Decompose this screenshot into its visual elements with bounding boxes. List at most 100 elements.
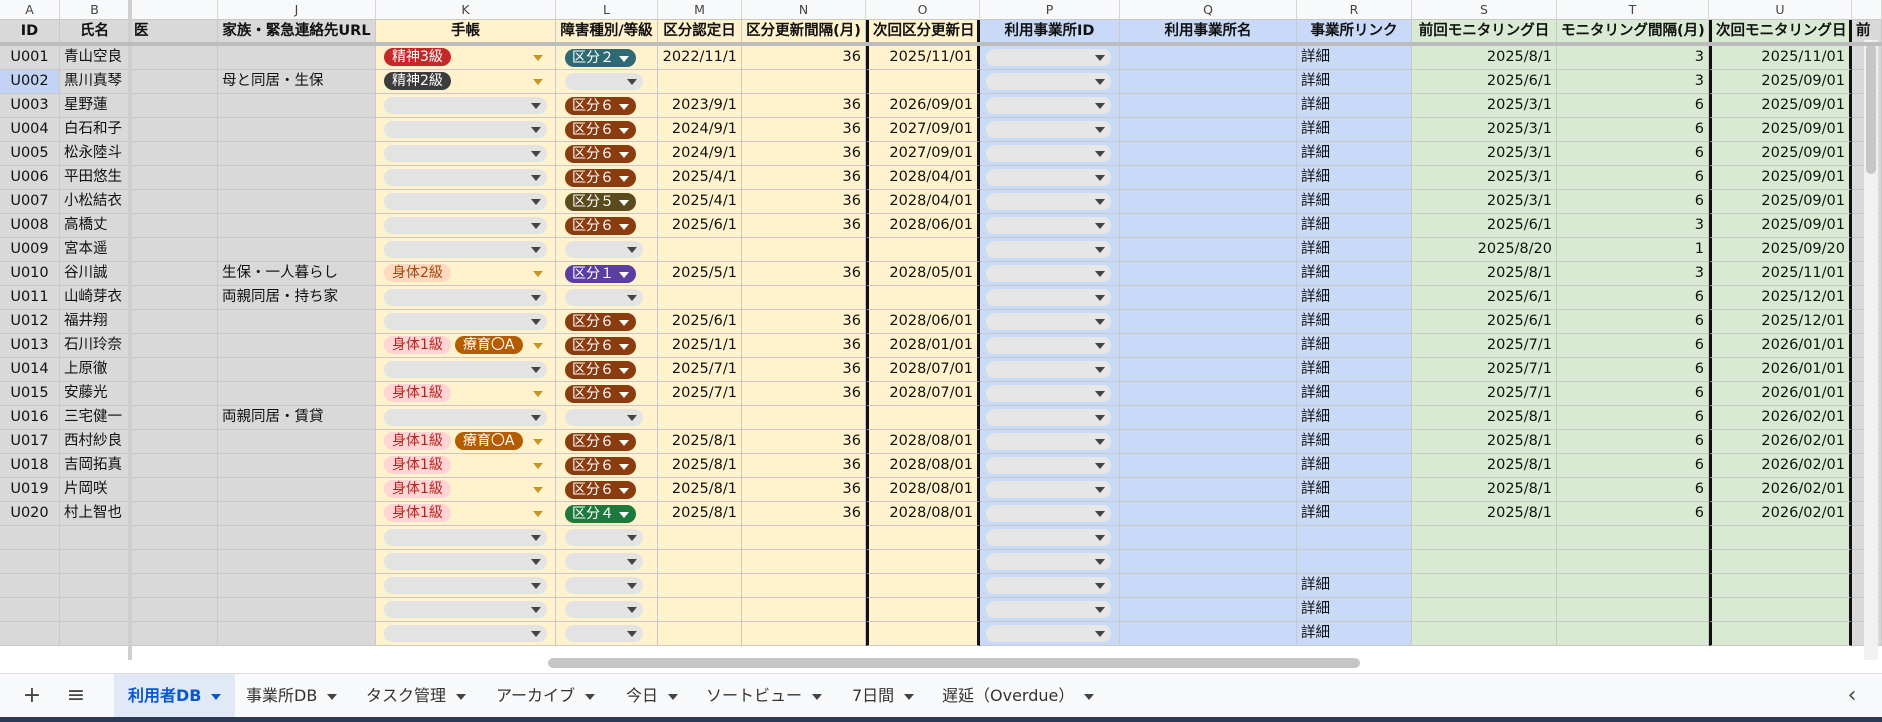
column-letter-9[interactable]: O [866,0,980,20]
cell-next-renew[interactable] [866,238,980,262]
cell-next-monitor[interactable]: 2025/09/01 [1709,70,1852,94]
cell-family[interactable] [218,94,376,118]
column-letter-8[interactable]: N [742,0,866,20]
plus-icon[interactable]: + [18,682,46,710]
frozen-column-divider[interactable] [128,0,132,660]
cell-last-monitor[interactable]: 2025/8/1 [1412,430,1557,454]
cell-next-monitor[interactable]: 2025/09/01 [1709,94,1852,118]
header-renew-interval[interactable]: 区分更新間隔(月) [742,20,866,44]
cell-partial[interactable] [130,406,218,430]
disability-chip[interactable]: 区分６ [565,361,636,379]
chevron-down-icon[interactable] [812,693,823,700]
cell-family[interactable] [218,334,376,358]
cell-office-name[interactable] [1120,454,1297,478]
cell-last-monitor[interactable]: 2025/7/1 [1412,382,1557,406]
cell-next-renew[interactable]: 2028/08/01 [866,502,980,526]
chevron-down-icon[interactable] [533,79,543,85]
cell-last-monitor[interactable] [1412,622,1557,646]
chevron-down-icon[interactable] [533,391,543,397]
cell-id[interactable]: U017 [0,430,60,454]
cell-office-link[interactable]: 詳細 [1297,286,1412,310]
cell-next-renew[interactable]: 2028/04/01 [866,190,980,214]
cell-office-id[interactable] [980,142,1120,166]
frozen-row-divider[interactable] [0,42,1882,46]
cell-family[interactable] [218,574,376,598]
cell-renew-interval[interactable] [742,238,866,262]
cell-name[interactable]: 山崎芽衣 [60,286,130,310]
cell-cert-date[interactable]: 2025/6/1 [658,310,742,334]
cell-family[interactable] [218,526,376,550]
tab-sheet-6[interactable]: ソートビュー [692,674,836,718]
techo-chip[interactable]: 療育〇A [454,336,523,354]
cell-last-monitor[interactable]: 2025/7/1 [1412,358,1557,382]
cell-disability[interactable]: 区分６ [556,478,658,502]
cell-name[interactable]: 上原徹 [60,358,130,382]
cell-family[interactable] [218,598,376,622]
cell-last-monitor[interactable] [1412,526,1557,550]
cell-techo[interactable] [376,118,556,142]
office-id-dropdown[interactable] [986,625,1111,642]
cell-office-id[interactable] [980,406,1120,430]
cell-office-name[interactable] [1120,94,1297,118]
cell-renew-interval[interactable]: 36 [742,502,866,526]
cell-renew-interval[interactable] [742,70,866,94]
cell-monitor-interval[interactable]: 6 [1557,142,1709,166]
cell-next-monitor[interactable] [1709,526,1852,550]
cell-family[interactable]: 生保・一人暮らし [218,262,376,286]
cell-techo[interactable]: 身体1級 [376,382,556,406]
menu-icon[interactable]: ≡ [62,682,90,710]
cell-office-link[interactable]: 詳細 [1297,430,1412,454]
cell-partial[interactable] [130,94,218,118]
cell-renew-interval[interactable] [742,598,866,622]
cell-id[interactable]: U011 [0,286,60,310]
cell-id[interactable]: U010 [0,262,60,286]
cell-monitor-interval[interactable]: 6 [1557,502,1709,526]
cell-cert-date[interactable]: 2025/4/1 [658,166,742,190]
cell-techo[interactable] [376,142,556,166]
cell-monitor-interval[interactable]: 6 [1557,430,1709,454]
cell-disability[interactable]: 区分６ [556,334,658,358]
column-letter-5[interactable]: K [376,0,556,20]
cell-office-id[interactable] [980,46,1120,70]
cell-monitor-interval[interactable]: 6 [1557,358,1709,382]
cell-name[interactable]: 西村紗良 [60,430,130,454]
cell-disability[interactable]: 区分２ [556,46,658,70]
cell-id[interactable]: U004 [0,118,60,142]
disability-chip[interactable]: 区分４ [565,505,636,523]
cell-cert-date[interactable]: 2025/6/1 [658,214,742,238]
cell-disability[interactable]: 区分１ [556,262,658,286]
cell-office-id[interactable] [980,166,1120,190]
cell-office-link[interactable]: 詳細 [1297,334,1412,358]
cell-techo[interactable] [376,238,556,262]
disability-dropdown[interactable] [565,553,643,570]
cell-partial[interactable] [130,166,218,190]
office-id-dropdown[interactable] [986,217,1111,234]
cell-monitor-interval[interactable]: 6 [1557,310,1709,334]
header-office-id[interactable]: 利用事業所ID [980,20,1120,44]
cell-office-link[interactable]: 詳細 [1297,574,1412,598]
office-id-dropdown[interactable] [986,385,1111,402]
office-id-dropdown[interactable] [986,529,1111,546]
cell-office-id[interactable] [980,334,1120,358]
cell-id[interactable]: U008 [0,214,60,238]
cell-office-link[interactable]: 詳細 [1297,94,1412,118]
cell-next-monitor[interactable]: 2025/11/01 [1709,262,1852,286]
cell-next-monitor[interactable]: 2025/09/01 [1709,190,1852,214]
cell-family[interactable] [218,358,376,382]
cell-cert-date[interactable] [658,238,742,262]
techo-dropdown[interactable] [384,601,547,618]
office-id-dropdown[interactable] [986,121,1111,138]
cell-partial[interactable] [130,526,218,550]
disability-chip[interactable]: 区分６ [565,481,636,499]
cell-renew-interval[interactable]: 36 [742,454,866,478]
cell-renew-interval[interactable]: 36 [742,94,866,118]
cell-next-renew[interactable]: 2026/09/01 [866,94,980,118]
cell-monitor-interval[interactable]: 6 [1557,166,1709,190]
cell-next-monitor[interactable] [1709,574,1852,598]
cell-cert-date[interactable] [658,286,742,310]
header-last-monitor[interactable]: 前回モニタリング日 [1412,20,1557,44]
cell-partial[interactable] [130,214,218,238]
cell-office-link[interactable]: 詳細 [1297,214,1412,238]
cell-next-renew[interactable] [866,286,980,310]
column-letter-3[interactable] [130,0,218,20]
